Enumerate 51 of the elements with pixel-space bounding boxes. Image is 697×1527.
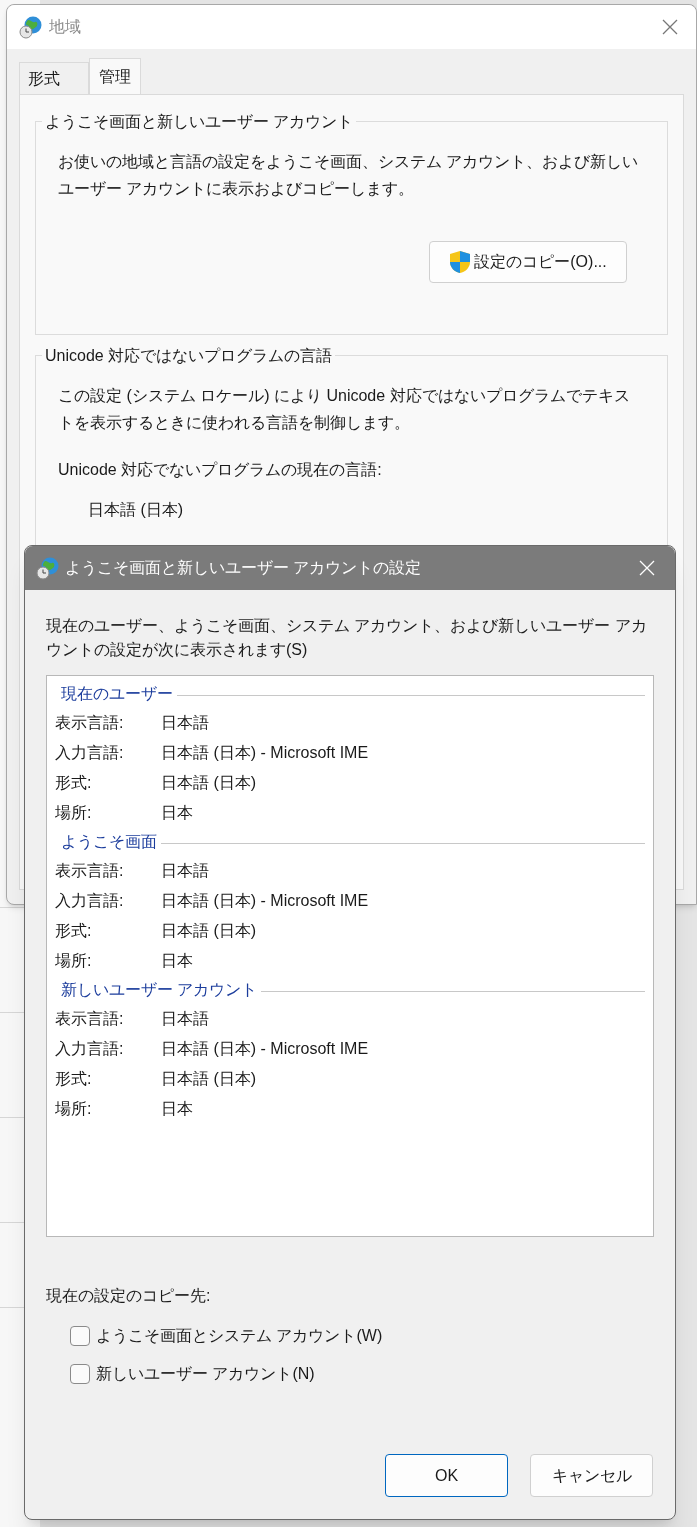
tab[interactable]: 形式 xyxy=(19,62,89,94)
setting-value: 日本 xyxy=(161,951,193,971)
tab[interactable]: 管理 xyxy=(89,58,141,94)
dialog-title: ようこそ画面と新しいユーザー アカウントの設定 xyxy=(65,558,422,578)
setting-label: 表示言語: xyxy=(55,861,125,881)
setting-label: 形式: xyxy=(55,921,93,941)
intro-text: 現在のユーザー、ようこそ画面、システム アカウント、および新しいユーザー アカウントの設定が次に表示されます(S) xyxy=(46,616,648,660)
dialog-button[interactable]: キャンセル xyxy=(530,1454,653,1497)
copy-settings-button[interactable]: 設定のコピー(O)... xyxy=(429,241,627,283)
setting-label: 入力言語: xyxy=(55,891,125,911)
section-heading: 新しいユーザー アカウント xyxy=(60,980,258,1000)
globe-clock-icon xyxy=(36,556,60,580)
setting-value: 日本語 xyxy=(161,713,209,733)
setting-label: 入力言語: xyxy=(55,743,125,763)
setting-value: 日本語 (日本) - Microsoft IME xyxy=(161,891,369,911)
checkbox-option[interactable]: ようこそ画面とシステム アカウント(W) xyxy=(70,1324,654,1348)
setting-value: 日本語 xyxy=(161,1009,209,1029)
setting-value: 日本語 (日本) xyxy=(161,1069,257,1089)
current-language-value: 日本語 (日本) xyxy=(88,500,185,520)
current-language-label: Unicode 対応でないプログラムの現在の言語: xyxy=(58,460,383,480)
setting-label: 表示言語: xyxy=(55,713,125,733)
window-title: 地域 xyxy=(49,17,81,37)
option-label: ようこそ画面とシステム アカウント(W) xyxy=(96,1326,383,1346)
checkbox-option[interactable]: 新しいユーザー アカウント(N) xyxy=(70,1362,654,1386)
description-text: お使いの地域と言語の設定をようこそ画面、システム アカウント、および新しいユーザー アカウントに表示およびコピーします。 xyxy=(58,152,640,199)
setting-value: 日本 xyxy=(161,1099,193,1119)
setting-value: 日本語 (日本) xyxy=(161,773,257,793)
setting-value: 日本語 (日本) xyxy=(161,921,257,941)
setting-value: 日本語 xyxy=(161,861,209,881)
setting-value: 日本 xyxy=(161,803,193,823)
setting-label: 入力言語: xyxy=(55,1039,125,1059)
globe-clock-icon xyxy=(19,15,43,39)
close-icon xyxy=(639,560,655,576)
setting-label: 場所: xyxy=(55,1099,93,1119)
option-label: 新しいユーザー アカウント(N) xyxy=(96,1364,315,1384)
shield-icon xyxy=(449,250,472,274)
setting-label: 場所: xyxy=(55,951,93,971)
setting-label: 場所: xyxy=(55,803,93,823)
setting-value: 日本語 (日本) - Microsoft IME xyxy=(161,1039,369,1059)
section-heading: ようこそ画面 xyxy=(60,832,157,852)
setting-label: 形式: xyxy=(55,1069,93,1089)
section-heading: 現在のユーザー xyxy=(60,684,173,704)
setting-value: 日本語 (日本) - Microsoft IME xyxy=(161,743,369,763)
checkbox[interactable] xyxy=(70,1326,90,1346)
dialog-button[interactable]: OK xyxy=(385,1454,508,1497)
description-text: この設定 (システム ロケール) により Unicode 対応ではないプログラムでテキストを表示するときに使われる言語を制御します。 xyxy=(58,386,631,433)
setting-label: 表示言語: xyxy=(55,1009,125,1029)
checkbox[interactable] xyxy=(70,1364,90,1384)
copy-to-label: 現在の設定のコピー先: xyxy=(46,1286,212,1306)
close-icon xyxy=(662,19,678,35)
setting-label: 形式: xyxy=(55,773,93,793)
